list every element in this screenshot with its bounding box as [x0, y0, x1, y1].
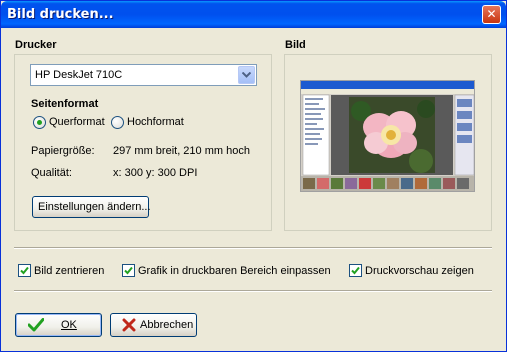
dialog-title: Bild drucken...: [7, 7, 114, 22]
printer-group-label: Drucker: [15, 39, 57, 51]
center-image-checkbox[interactable]: [18, 264, 31, 277]
print-dialog: Bild drucken... ✕ Drucker HP DeskJet 710…: [0, 0, 507, 352]
image-preview: [300, 80, 475, 192]
cancel-button[interactable]: Abbrechen: [110, 313, 197, 337]
separator-top: [14, 247, 492, 249]
quality-value: x: 300 y: 300 DPI: [113, 167, 198, 179]
printer-select-value: HP DeskJet 710C: [35, 69, 123, 81]
dropdown-button[interactable]: [238, 66, 255, 84]
chevron-down-icon: [242, 72, 251, 78]
landscape-label[interactable]: Querformat: [49, 116, 105, 128]
cancel-x-icon: [122, 318, 136, 332]
preview-group-label: Bild: [285, 39, 306, 51]
close-icon: ✕: [486, 7, 497, 21]
center-image-label[interactable]: Bild zentrieren: [34, 265, 104, 277]
change-settings-button[interactable]: Einstellungen ändern...: [32, 196, 151, 218]
checkmark-icon: [28, 318, 44, 332]
fit-printable-area-checkbox[interactable]: [122, 264, 135, 277]
fit-printable-area-label[interactable]: Grafik in druckbaren Bereich einpassen: [138, 265, 331, 277]
checkmark-icon: [351, 266, 360, 275]
portrait-radio[interactable]: [111, 116, 124, 129]
title-bar[interactable]: Bild drucken... ✕: [1, 1, 506, 28]
separator-bottom: [14, 290, 492, 292]
cancel-label: Abbrechen: [140, 319, 194, 331]
ok-button[interactable]: OK: [15, 313, 102, 337]
checkmark-icon: [124, 266, 133, 275]
page-format-label: Seitenformat: [31, 98, 99, 110]
printer-select[interactable]: HP DeskJet 710C: [30, 64, 257, 86]
close-button[interactable]: ✕: [482, 5, 501, 24]
print-preview-label[interactable]: Druckvorschau zeigen: [365, 265, 474, 277]
print-preview-checkbox[interactable]: [349, 264, 362, 277]
checkmark-icon: [20, 266, 29, 275]
landscape-radio[interactable]: [33, 116, 46, 129]
quality-label: Qualität:: [31, 167, 72, 179]
preview-screenshot-image: [301, 81, 474, 191]
paper-size-value: 297 mm breit, 210 mm hoch: [113, 145, 250, 157]
ok-label: OK: [61, 319, 77, 331]
paper-size-label: Papiergröße:: [31, 145, 95, 157]
change-settings-label: Einstellungen ändern...: [38, 201, 151, 213]
portrait-label[interactable]: Hochformat: [127, 116, 184, 128]
